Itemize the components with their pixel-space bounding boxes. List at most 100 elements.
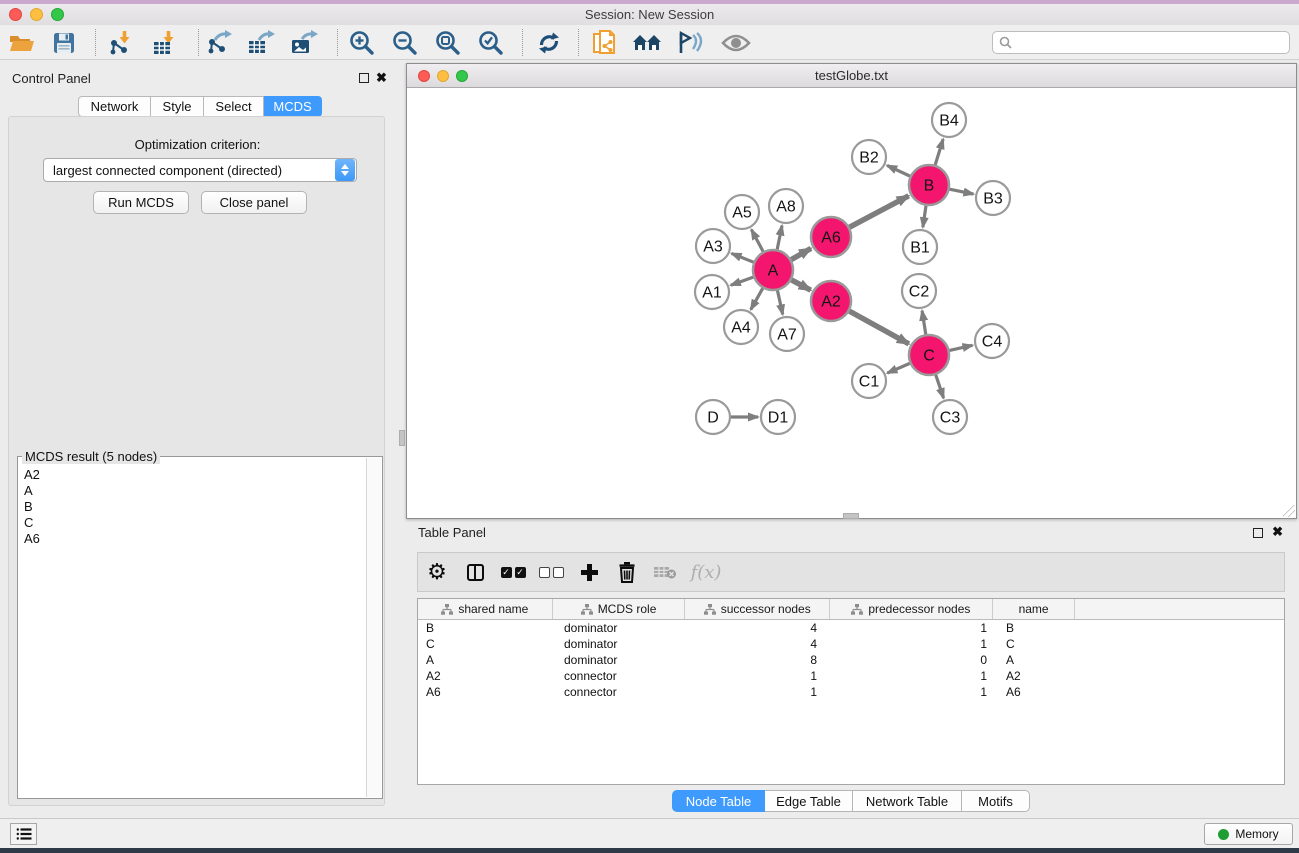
cell-shared-name[interactable]: A [418, 653, 553, 667]
float-panel-icon[interactable] [359, 73, 369, 83]
mcds-result-item[interactable]: A6 [22, 531, 364, 547]
home-button[interactable] [630, 28, 664, 58]
graph-edge-A-A1[interactable] [731, 277, 753, 285]
cell-name[interactable]: A [994, 653, 1077, 667]
table-row[interactable]: A2connector11A2 [418, 668, 1284, 684]
cell-mcds-role[interactable]: connector [553, 669, 686, 683]
cell-predecessor-nodes[interactable]: 1 [831, 621, 994, 635]
cell-shared-name[interactable]: B [418, 621, 553, 635]
cell-successor-nodes[interactable]: 4 [686, 621, 831, 635]
graph-edge-C-C1[interactable] [887, 363, 909, 373]
graph-edge-A2-C[interactable] [849, 311, 908, 344]
graph-edge-C-C2[interactable] [922, 311, 926, 334]
graph-edge-A6-B[interactable] [850, 196, 909, 227]
network-window-titlebar[interactable]: testGlobe.txt [407, 64, 1296, 88]
float-table-panel-icon[interactable] [1253, 528, 1263, 538]
cell-mcds-role[interactable]: dominator [553, 653, 686, 667]
zoom-in-button[interactable] [345, 28, 379, 58]
refresh-button[interactable] [532, 28, 566, 58]
show-columns-button[interactable] [456, 554, 494, 590]
zoom-fit-button[interactable] [431, 28, 465, 58]
tab-motifs[interactable]: Motifs [962, 790, 1030, 812]
memory-button[interactable]: Memory [1204, 823, 1293, 845]
save-session-button[interactable] [47, 28, 81, 58]
criterion-dropdown[interactable]: largest connected component (directed) [43, 158, 357, 182]
tab-mcds[interactable]: MCDS [264, 96, 322, 117]
mcds-result-item[interactable]: A [22, 483, 364, 499]
cell-mcds-role[interactable]: connector [553, 685, 686, 699]
table-row[interactable]: Bdominator41B [418, 620, 1284, 636]
graph-edge-A-A5[interactable] [751, 230, 763, 252]
graph-edge-B-B2[interactable] [887, 165, 910, 176]
column-header-shared-name[interactable]: shared name [418, 599, 553, 619]
graph-edge-A-A7[interactable] [777, 291, 782, 315]
search-input[interactable] [1016, 36, 1289, 50]
tab-network[interactable]: Network [78, 96, 151, 117]
column-header-MCDS-role[interactable]: MCDS role [553, 599, 686, 619]
table-row[interactable]: Adominator80A [418, 652, 1284, 668]
close-panel-button[interactable]: Close panel [201, 191, 307, 214]
mcds-result-item[interactable]: A2 [22, 467, 364, 483]
zoom-selected-button[interactable] [474, 28, 508, 58]
cell-mcds-role[interactable]: dominator [553, 621, 686, 635]
cell-successor-nodes[interactable]: 1 [686, 685, 831, 699]
tab-style[interactable]: Style [151, 96, 204, 117]
graph-edge-A-A3[interactable] [732, 253, 754, 262]
column-header-successor-nodes[interactable]: successor nodes [685, 599, 830, 619]
graph-edge-B-B4[interactable] [935, 139, 943, 165]
column-header-name[interactable]: name [993, 599, 1076, 619]
graph-edge-A-A2[interactable] [792, 280, 811, 290]
tab-node-table[interactable]: Node Table [672, 790, 765, 812]
graph-edge-C-C3[interactable] [936, 375, 944, 398]
cell-predecessor-nodes[interactable]: 1 [831, 637, 994, 651]
open-session-button[interactable] [5, 28, 39, 58]
cell-predecessor-nodes[interactable]: 1 [831, 685, 994, 699]
graph-edge-A-A6[interactable] [791, 248, 811, 259]
zoom-out-button[interactable] [388, 28, 422, 58]
cell-shared-name[interactable]: A2 [418, 669, 553, 683]
cell-mcds-role[interactable]: dominator [553, 637, 686, 651]
table-settings-button[interactable]: ⚙ [418, 554, 456, 590]
task-history-button[interactable] [10, 823, 37, 845]
delete-row-button[interactable] [608, 554, 646, 590]
mcds-result-item[interactable]: B [22, 499, 364, 515]
cell-successor-nodes[interactable]: 8 [686, 653, 831, 667]
cell-name[interactable]: A2 [994, 669, 1077, 683]
tab-network-table[interactable]: Network Table [853, 790, 962, 812]
export-image-button[interactable] [287, 28, 321, 58]
close-table-panel-icon[interactable]: ✖ [1272, 524, 1283, 540]
tab-edge-table[interactable]: Edge Table [765, 790, 853, 812]
graph-edge-A-A8[interactable] [777, 226, 782, 250]
birds-eye-button[interactable] [719, 28, 753, 58]
window-resize-grip[interactable] [1283, 505, 1295, 517]
import-network-button[interactable] [104, 28, 138, 58]
splitter-handle-horizontal[interactable] [843, 513, 859, 519]
cell-shared-name[interactable]: A6 [418, 685, 553, 699]
column-header-predecessor-nodes[interactable]: predecessor nodes [830, 599, 993, 619]
graph-edge-B-B1[interactable] [923, 206, 926, 227]
run-mcds-button[interactable]: Run MCDS [93, 191, 189, 214]
search-field[interactable] [992, 31, 1290, 54]
table-row[interactable]: Cdominator41C [418, 636, 1284, 652]
add-column-button[interactable] [570, 554, 608, 590]
graph-edge-B-B3[interactable] [950, 189, 974, 194]
export-network-button[interactable] [202, 28, 236, 58]
cell-predecessor-nodes[interactable]: 0 [831, 653, 994, 667]
import-table-button[interactable] [148, 28, 182, 58]
cell-shared-name[interactable]: C [418, 637, 553, 651]
mcds-result-item[interactable]: C [22, 515, 364, 531]
deselect-all-button[interactable] [532, 554, 570, 590]
cell-name[interactable]: C [994, 637, 1077, 651]
graph-edge-C-C4[interactable] [949, 345, 972, 350]
close-panel-icon[interactable]: ✖ [376, 70, 387, 86]
splitter-handle-vertical[interactable] [399, 430, 405, 446]
cell-successor-nodes[interactable]: 1 [686, 669, 831, 683]
table-row[interactable]: A6connector11A6 [418, 684, 1284, 700]
network-canvas[interactable]: AA1A2A3A4A5A6A7A8BB1B2B3B4CC1C2C3C4DD1 [408, 88, 1295, 517]
result-scrollbar[interactable] [366, 458, 381, 797]
graphics-details-button[interactable] [673, 28, 707, 58]
tab-select[interactable]: Select [204, 96, 264, 117]
cell-successor-nodes[interactable]: 4 [686, 637, 831, 651]
cell-name[interactable]: B [994, 621, 1077, 635]
network-file-button[interactable] [588, 28, 622, 58]
